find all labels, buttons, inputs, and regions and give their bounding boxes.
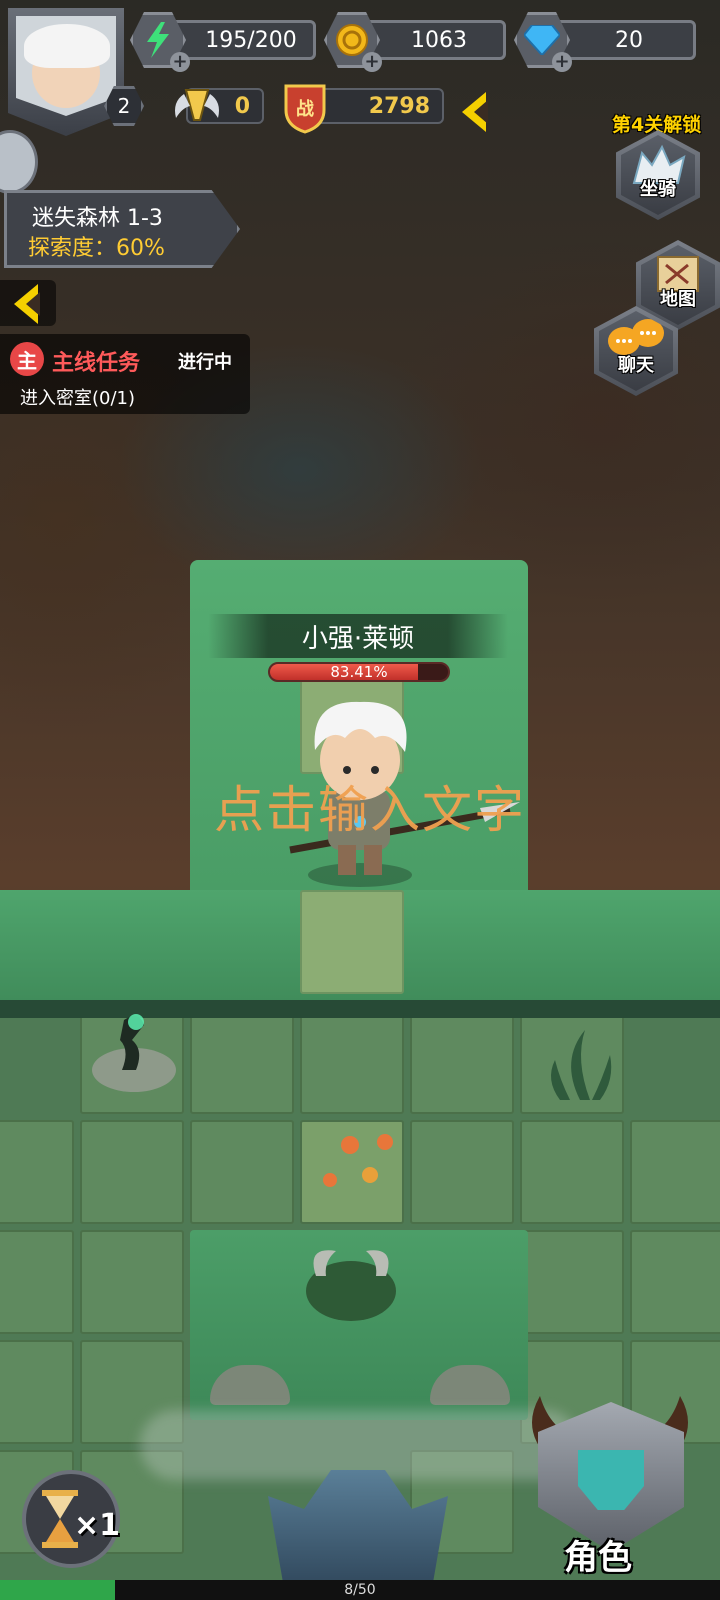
stage-progress-bar: 8/50 bbox=[0, 1580, 720, 1600]
quest-description: 进入密室(0/1) bbox=[20, 388, 136, 409]
mist bbox=[140, 1410, 580, 1480]
mount-button-face: 坐骑 bbox=[621, 135, 695, 215]
character-hp-text: 83.41% bbox=[330, 663, 388, 681]
diamond-add-icon[interactable]: + bbox=[552, 52, 572, 72]
floor-tile[interactable] bbox=[190, 1010, 294, 1114]
floor-tile[interactable] bbox=[80, 1120, 184, 1224]
energy-add-icon[interactable]: + bbox=[170, 52, 190, 72]
floor-tile[interactable] bbox=[80, 1230, 184, 1334]
gold-value: 1063 bbox=[411, 27, 467, 53]
floor-tile[interactable] bbox=[0, 1120, 74, 1224]
chevron-left-icon bbox=[14, 284, 40, 324]
speed-label: ×1 bbox=[74, 1508, 121, 1543]
floor-tile[interactable] bbox=[0, 1230, 74, 1334]
horned-beast-icon[interactable] bbox=[296, 1236, 406, 1326]
energy-bolt-icon bbox=[147, 22, 169, 58]
glowing-totem-icon[interactable] bbox=[84, 1000, 184, 1100]
role-label: 角色 bbox=[564, 1538, 632, 1578]
floor-tile[interactable] bbox=[410, 1120, 514, 1224]
flower-patch-icon bbox=[323, 1134, 393, 1187]
svg-text:战: 战 bbox=[296, 99, 314, 120]
floor-tile[interactable] bbox=[190, 1120, 294, 1224]
floor-tile[interactable] bbox=[410, 1010, 514, 1114]
floor-tile[interactable] bbox=[0, 1340, 74, 1444]
diamond-value: 20 bbox=[615, 27, 643, 53]
quest-collapse-button[interactable] bbox=[0, 280, 56, 326]
floor-tile[interactable] bbox=[520, 1230, 624, 1334]
mount-label: 坐骑 bbox=[640, 179, 676, 200]
power-value: 2798 bbox=[368, 93, 430, 119]
tap-to-input-text[interactable]: 点击输入文字 bbox=[214, 770, 526, 842]
stage-progress-text: 8/50 bbox=[344, 1582, 376, 1598]
stage-name: 迷失森林 1-3 bbox=[32, 206, 163, 231]
quest-status: 进行中 bbox=[178, 352, 232, 373]
floor-tile[interactable] bbox=[630, 1120, 720, 1224]
main-quest-badge: 主 bbox=[10, 342, 44, 376]
floor-tile[interactable] bbox=[300, 1010, 404, 1114]
power-shield-icon: 战 bbox=[284, 84, 326, 134]
map-label: 地图 bbox=[660, 289, 696, 310]
character-name: 小强·莱顿 bbox=[208, 614, 508, 658]
chat-label: 聊天 bbox=[618, 355, 654, 376]
thorn-plant-icon[interactable] bbox=[530, 1020, 630, 1110]
avatar-hair bbox=[24, 24, 110, 68]
collapse-chevron-icon[interactable] bbox=[462, 92, 488, 132]
player-avatar[interactable] bbox=[8, 8, 124, 136]
role-button[interactable]: 角色 bbox=[520, 1390, 700, 1590]
vip-value: 0 bbox=[234, 93, 250, 119]
path-tile[interactable] bbox=[300, 890, 404, 994]
chat-button-face: 聊天 bbox=[599, 311, 673, 391]
map-button-face: 地图 bbox=[641, 245, 715, 325]
quest-title: 主线任务 bbox=[52, 351, 141, 376]
floor-tile[interactable] bbox=[520, 1120, 624, 1224]
stage-exploration: 探索度：60% bbox=[28, 236, 165, 261]
floor-tile[interactable] bbox=[630, 1230, 720, 1334]
energy-value: 195/200 bbox=[205, 27, 297, 53]
avatar-portrait bbox=[16, 16, 116, 116]
gold-add-icon[interactable]: + bbox=[362, 52, 382, 72]
vip-wings-icon bbox=[175, 89, 219, 121]
